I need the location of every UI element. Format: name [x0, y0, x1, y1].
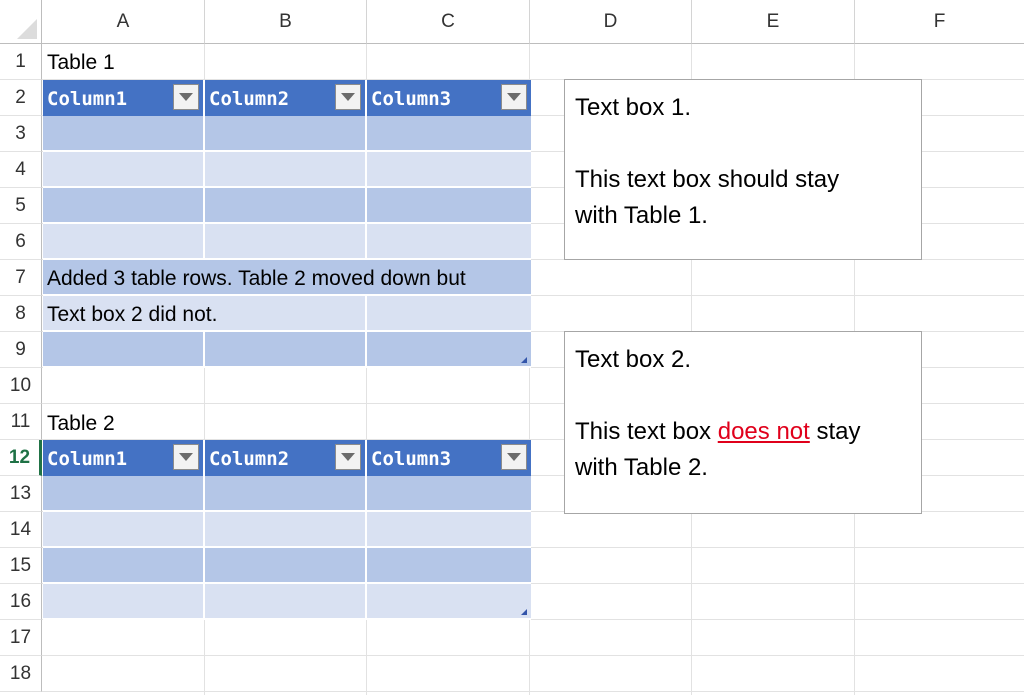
- table1-cell[interactable]: [205, 116, 367, 152]
- filter-dropdown-icon[interactable]: [173, 444, 199, 470]
- column-header-d[interactable]: D: [530, 0, 692, 44]
- cell-a1[interactable]: Table 1: [47, 52, 115, 73]
- row-header-9[interactable]: 9: [0, 332, 42, 368]
- table1-cell[interactable]: [367, 116, 531, 152]
- table1-cell[interactable]: [43, 332, 205, 368]
- table2-cell[interactable]: [43, 548, 205, 584]
- text-box-1-line: This text box should stay: [575, 166, 840, 193]
- row-header-13[interactable]: 13: [0, 476, 42, 512]
- select-all-corner[interactable]: [0, 0, 42, 44]
- table2-header-label: Column2: [209, 448, 290, 470]
- table1-cell[interactable]: [367, 224, 531, 260]
- cell-a7[interactable]: Added 3 table rows. Table 2 moved down b…: [47, 268, 466, 289]
- text-box-2-text: stay: [809, 418, 861, 445]
- table2-cell[interactable]: [43, 476, 205, 512]
- column-header-e[interactable]: E: [692, 0, 855, 44]
- row-header-5[interactable]: 5: [0, 188, 42, 224]
- select-all-triangle-icon: [17, 19, 37, 39]
- row-header-1[interactable]: 1: [0, 44, 42, 80]
- text-box-blank-line: [575, 126, 911, 162]
- filter-dropdown-icon[interactable]: [335, 444, 361, 470]
- gridline: [42, 655, 1024, 656]
- row-header-10[interactable]: 10: [0, 368, 42, 404]
- table1-header-column3[interactable]: Column3: [367, 80, 531, 116]
- table1-cell[interactable]: [43, 152, 205, 188]
- table2-header-label: Column3: [371, 448, 452, 470]
- text-box-1-line: with Table 1.: [575, 202, 708, 229]
- row-header-15[interactable]: 15: [0, 548, 42, 584]
- table2-header-label: Column1: [47, 448, 128, 470]
- column-header-f[interactable]: F: [855, 0, 1024, 44]
- row-header-7[interactable]: 7: [0, 260, 42, 296]
- table-2: Column1 Column2 Column3: [43, 440, 531, 621]
- row-header-18[interactable]: 18: [0, 656, 42, 692]
- text-box-2-line: with Table 2.: [575, 454, 708, 481]
- text-box-2[interactable]: Text box 2. This text box does not stay …: [564, 331, 922, 514]
- column-header-c[interactable]: C: [367, 0, 530, 44]
- table1-header-label: Column2: [209, 88, 290, 110]
- gridline: [42, 691, 1024, 692]
- cell-a8[interactable]: Text box 2 did not.: [47, 304, 217, 325]
- table2-cell[interactable]: [205, 476, 367, 512]
- table2-cell[interactable]: [367, 548, 531, 584]
- row-header-16[interactable]: 16: [0, 584, 42, 620]
- text-box-1-title: Text box 1.: [575, 94, 692, 121]
- column-header-b[interactable]: B: [205, 0, 367, 44]
- table2-header-column2[interactable]: Column2: [205, 440, 367, 476]
- table2-cell[interactable]: [367, 584, 531, 620]
- row-header-14[interactable]: 14: [0, 512, 42, 548]
- cell-a11[interactable]: Table 2: [47, 413, 115, 434]
- text-box-2-title: Text box 2.: [575, 346, 692, 373]
- filter-dropdown-icon[interactable]: [173, 84, 199, 110]
- table-resize-handle-icon[interactable]: [521, 609, 527, 615]
- table1-cell[interactable]: [43, 188, 205, 224]
- text-box-2-line: This text box does not stay: [575, 414, 911, 450]
- table1-header-label: Column1: [47, 88, 128, 110]
- table2-cell[interactable]: [367, 476, 531, 512]
- text-box-blank-line: [575, 378, 911, 414]
- row-header-2[interactable]: 2: [0, 80, 42, 116]
- text-box-1[interactable]: Text box 1. This text box should stay wi…: [564, 79, 922, 260]
- table1-cell[interactable]: [367, 188, 531, 224]
- table2-cell[interactable]: [205, 512, 367, 548]
- table2-cell[interactable]: [205, 548, 367, 584]
- table1-cell[interactable]: [367, 332, 531, 368]
- filter-dropdown-icon[interactable]: [501, 444, 527, 470]
- table1-cell[interactable]: [367, 296, 531, 332]
- table2-header-column3[interactable]: Column3: [367, 440, 531, 476]
- table1-header-label: Column3: [371, 88, 452, 110]
- row-header-17[interactable]: 17: [0, 620, 42, 656]
- row-header-4[interactable]: 4: [0, 152, 42, 188]
- table1-cell[interactable]: [205, 224, 367, 260]
- table1-cell[interactable]: [205, 188, 367, 224]
- table1-cell[interactable]: [205, 332, 367, 368]
- table2-cell[interactable]: [43, 584, 205, 620]
- table1-cell[interactable]: [43, 116, 205, 152]
- column-header-a[interactable]: A: [42, 0, 205, 44]
- row-header-11[interactable]: 11: [0, 404, 42, 440]
- row-header-3[interactable]: 3: [0, 116, 42, 152]
- table-resize-handle-icon[interactable]: [521, 357, 527, 363]
- filter-dropdown-icon[interactable]: [335, 84, 361, 110]
- highlighted-text: does not: [717, 418, 810, 445]
- table1-cell[interactable]: [43, 224, 205, 260]
- row-header-12[interactable]: 12: [0, 440, 42, 476]
- text-box-2-text: This text box: [575, 418, 718, 445]
- table1-header-column1[interactable]: Column1: [43, 80, 205, 116]
- filter-dropdown-icon[interactable]: [501, 84, 527, 110]
- table1-cell[interactable]: [367, 152, 531, 188]
- row-header-6[interactable]: 6: [0, 224, 42, 260]
- row-header-8[interactable]: 8: [0, 296, 42, 332]
- table1-header-column2[interactable]: Column2: [205, 80, 367, 116]
- table2-header-column1[interactable]: Column1: [43, 440, 205, 476]
- table2-cell[interactable]: [43, 512, 205, 548]
- table2-cell[interactable]: [367, 512, 531, 548]
- table1-cell[interactable]: [205, 152, 367, 188]
- table2-cell[interactable]: [205, 584, 367, 620]
